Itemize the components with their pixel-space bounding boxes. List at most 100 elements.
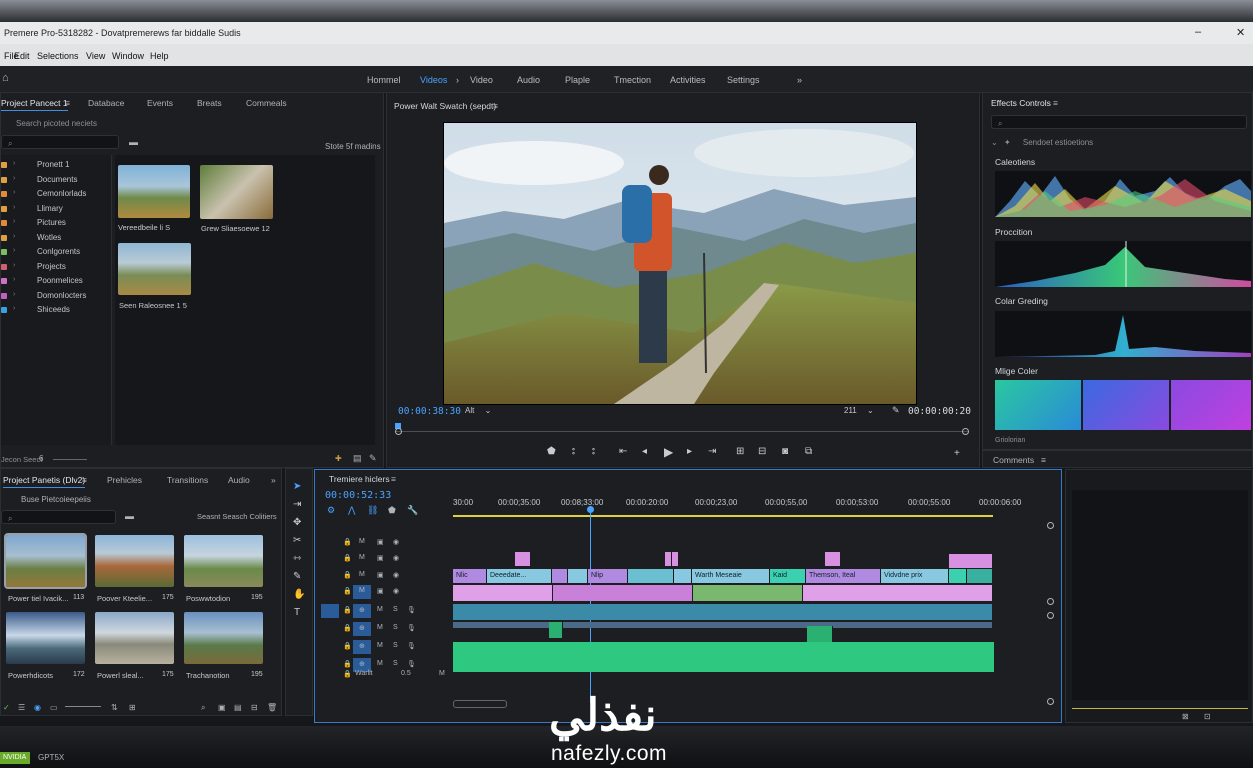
- folder-row[interactable]: › Poonmelices: [1, 275, 109, 289]
- wrench-icon[interactable]: ✎: [892, 405, 900, 416]
- more-workspaces-icon[interactable]: »: [797, 75, 802, 85]
- scroll-handle[interactable]: [1047, 598, 1054, 605]
- menu-help[interactable]: Help: [150, 51, 169, 61]
- video-clip[interactable]: [949, 569, 967, 583]
- mic-icon[interactable]: 🎙: [407, 660, 416, 668]
- eye-icon[interactable]: ◉: [393, 538, 399, 546]
- current-timecode[interactable]: 00:00:38:30: [398, 406, 461, 417]
- mic-icon[interactable]: 🎙: [407, 642, 416, 650]
- scrubber-bar[interactable]: [395, 423, 969, 435]
- eye-icon[interactable]: ◉: [393, 571, 399, 579]
- folder-row[interactable]: › Domonlocters: [1, 290, 109, 304]
- color-wheels[interactable]: [995, 380, 1251, 430]
- workspace-tab-videos[interactable]: Videos: [420, 75, 447, 85]
- razor-icon[interactable]: ✂: [293, 535, 301, 546]
- audio-line[interactable]: [453, 622, 993, 628]
- chevron-right-icon[interactable]: ›: [13, 218, 15, 225]
- track-toggle-icon[interactable]: M: [359, 571, 365, 578]
- new-item-icon[interactable]: ▤: [234, 703, 242, 712]
- new-item-icon[interactable]: ✎: [369, 453, 377, 464]
- scroll-handle[interactable]: [1047, 698, 1054, 705]
- video-clip-v3[interactable]: [825, 552, 841, 566]
- menu-icon[interactable]: ≡: [65, 98, 70, 108]
- close-button[interactable]: ✕: [1236, 26, 1245, 39]
- chevron-right-icon[interactable]: ›: [13, 262, 15, 269]
- color-curve-3[interactable]: [1171, 380, 1251, 430]
- video-track-header[interactable]: 🔒 M ▣ ◉: [343, 585, 451, 599]
- track-toggle-icon[interactable]: M: [359, 587, 365, 594]
- menu-icon[interactable]: ≡: [391, 474, 396, 484]
- workspace-tab-plaple[interactable]: Plaple: [565, 75, 590, 85]
- chevron-right-icon[interactable]: ›: [13, 305, 15, 312]
- tab-project[interactable]: Project Pancect 1: [1, 98, 68, 111]
- audio-clip[interactable]: [549, 622, 563, 638]
- folder-icon[interactable]: ▬: [129, 137, 138, 147]
- tab-databace[interactable]: Databace: [88, 98, 124, 108]
- new-bin-icon[interactable]: ✚: [335, 454, 342, 463]
- eye-icon[interactable]: ◉: [393, 554, 399, 562]
- snap-icon[interactable]: ⋀: [348, 505, 355, 516]
- media-search-input[interactable]: ⌕: [1, 510, 116, 524]
- video-clip[interactable]: Themson, Iteal: [806, 569, 881, 583]
- folder-icon[interactable]: ▬: [125, 511, 134, 521]
- thumb-size-slider[interactable]: [65, 706, 101, 707]
- media-thumbnail[interactable]: [184, 612, 263, 664]
- output-icon[interactable]: ▣: [377, 538, 384, 546]
- selection-tool-icon[interactable]: ➤: [293, 481, 301, 492]
- video-clip-v3[interactable]: [515, 552, 531, 566]
- mute-icon[interactable]: M: [377, 660, 383, 667]
- nest-icon[interactable]: ⚙: [327, 505, 335, 516]
- video-clip[interactable]: Deeedate...: [487, 569, 552, 583]
- slip-icon[interactable]: ⇿: [293, 553, 301, 564]
- work-area-bar[interactable]: [453, 515, 993, 517]
- hand-icon[interactable]: ✋: [293, 589, 305, 600]
- video-clip[interactable]: [674, 569, 692, 583]
- new-bin-icon[interactable]: ▣: [218, 703, 226, 712]
- menu-icon[interactable]: ≡: [1053, 98, 1058, 108]
- workspace-tab-activities[interactable]: Activities: [670, 75, 706, 85]
- menu-selections[interactable]: Selections: [37, 51, 79, 61]
- type-icon[interactable]: T: [294, 607, 300, 618]
- video-track-header[interactable]: 🔒 M ▣ ◉: [343, 552, 451, 566]
- mark-in-icon[interactable]: ⦂: [572, 446, 575, 457]
- tab-audio[interactable]: Audio: [228, 475, 250, 485]
- video-clip[interactable]: [967, 569, 993, 583]
- workspace-tab-video[interactable]: Video: [470, 75, 493, 85]
- mic-icon[interactable]: 🎙: [407, 624, 416, 632]
- folder-row[interactable]: › Pictures: [1, 217, 109, 231]
- folder-row[interactable]: › Conlgorents: [1, 246, 109, 260]
- media-thumbnail[interactable]: [95, 612, 174, 664]
- audio-clip-music[interactable]: [453, 642, 995, 672]
- eye-icon[interactable]: ◉: [393, 587, 399, 595]
- sync-icon[interactable]: ⊕: [359, 660, 365, 668]
- find-icon[interactable]: ⌕: [201, 703, 205, 713]
- go-to-out-icon[interactable]: ⇥: [708, 446, 716, 457]
- chevron-right-icon[interactable]: ›: [13, 204, 15, 211]
- media-thumbnail[interactable]: [95, 535, 174, 587]
- tab-prehicles[interactable]: Prehicles: [107, 475, 142, 485]
- menu-window[interactable]: Window: [112, 51, 144, 61]
- solo-icon[interactable]: S: [393, 660, 398, 667]
- ripple-edit-icon[interactable]: ✥: [293, 517, 301, 528]
- chevron-right-icon[interactable]: ›: [13, 189, 15, 196]
- media-thumbnail[interactable]: [184, 535, 263, 587]
- video-preview[interactable]: [443, 122, 917, 405]
- track-toggle-icon[interactable]: M: [359, 538, 365, 545]
- zoom-dropdown[interactable]: 211 ⌄: [844, 406, 874, 415]
- color-curve-2[interactable]: [1083, 380, 1169, 430]
- tab-project-panels[interactable]: Project Panetis (Dlv2): [3, 475, 86, 488]
- audio-track-header[interactable]: 🔒 ⊕ M S 🎙: [343, 622, 451, 636]
- lock-icon[interactable]: 🔒: [343, 624, 352, 632]
- tab-events[interactable]: Events: [147, 98, 173, 108]
- chevron-right-icon[interactable]: ›: [13, 247, 15, 254]
- folder-row[interactable]: › Projects: [1, 261, 109, 275]
- delete-icon[interactable]: 🗑: [267, 703, 277, 712]
- clear-icon[interactable]: ⊟: [251, 703, 258, 712]
- section-caleotiens[interactable]: Caleotiens: [995, 157, 1035, 167]
- video-clip[interactable]: [628, 569, 674, 583]
- sequence-tab[interactable]: Tremiere hiclers: [329, 474, 390, 484]
- mark-out-icon[interactable]: ⦂: [592, 446, 595, 457]
- sync-icon[interactable]: ⊕: [359, 624, 365, 632]
- chevron-right-icon[interactable]: ›: [13, 276, 15, 283]
- icon-view-icon[interactable]: ◉: [34, 703, 41, 712]
